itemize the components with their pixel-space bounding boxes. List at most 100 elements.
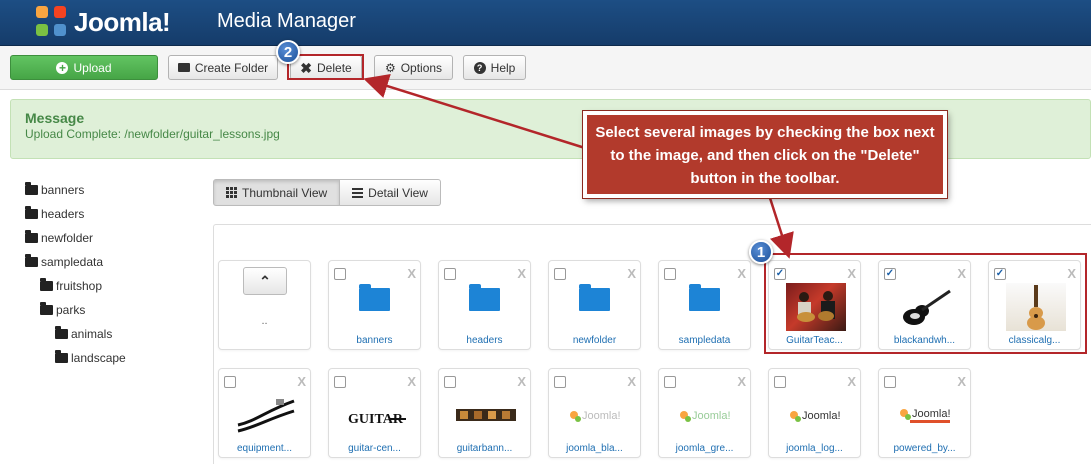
image-thumbnail: GUITAR — [346, 391, 406, 439]
select-checkbox[interactable] — [554, 268, 566, 280]
step-2-badge: 2 — [276, 40, 300, 64]
tab-thumbnail-label: Thumbnail View — [242, 185, 328, 200]
media-label[interactable]: joomla_bla... — [549, 443, 640, 454]
media-label[interactable]: sampledata — [659, 335, 750, 346]
select-checkbox[interactable] — [334, 376, 346, 388]
joomla-logo-icon — [36, 6, 68, 38]
plus-icon: + — [56, 61, 69, 75]
folder-icon — [359, 284, 390, 311]
media-label[interactable]: banners — [329, 335, 420, 346]
upload-button-label: Upload — [73, 60, 112, 75]
tree-item-label: animals — [71, 327, 113, 341]
delete-x-icon[interactable]: X — [297, 374, 306, 389]
select-checkbox[interactable] — [444, 376, 456, 388]
media-tile-image[interactable]: X guitarbann... — [438, 368, 531, 458]
joomla-logo[interactable]: Joomla! — [36, 5, 171, 39]
tree-item-fruitshop[interactable]: fruitshop — [40, 277, 102, 295]
tree-item-animals[interactable]: animals — [55, 325, 112, 343]
delete-x-icon[interactable]: X — [627, 374, 636, 389]
tab-detail-label: Detail View — [368, 185, 428, 200]
create-folder-button[interactable]: Create Folder — [168, 55, 278, 80]
up-label: .. — [261, 315, 268, 327]
list-icon — [352, 187, 364, 198]
media-label[interactable]: joomla_log... — [769, 443, 860, 454]
tree-item-label: sampledata — [41, 255, 104, 269]
message-title: Message — [25, 110, 85, 126]
selected-images-highlight-box — [764, 253, 1087, 354]
logo-text: Joomla! — [74, 6, 171, 37]
media-tile-image[interactable]: X Joomla! powered_by... — [878, 368, 971, 458]
select-checkbox[interactable] — [224, 376, 236, 388]
select-checkbox[interactable] — [334, 268, 346, 280]
folder-icon — [25, 230, 38, 243]
folder-icon — [25, 182, 38, 195]
tree-item-landscape[interactable]: landscape — [55, 349, 126, 367]
tree-item-headers[interactable]: headers — [25, 205, 84, 223]
media-tile-folder[interactable]: X banners — [328, 260, 421, 350]
help-button-label: Help — [490, 60, 516, 75]
media-tile-folder[interactable]: X sampledata — [658, 260, 751, 350]
media-tile-folder[interactable]: X newfolder — [548, 260, 641, 350]
tree-item-label: landscape — [71, 351, 126, 365]
folder-icon — [40, 302, 53, 315]
tree-item-label: newfolder — [41, 231, 94, 245]
delete-x-icon[interactable]: X — [737, 374, 746, 389]
page-title: Media Manager — [217, 10, 356, 32]
media-label[interactable]: powered_by... — [879, 443, 970, 454]
tree-item-sampledata[interactable]: sampledata — [25, 253, 103, 271]
chevron-up-icon[interactable]: ⌃ — [243, 267, 287, 295]
media-label[interactable]: newfolder — [549, 335, 640, 346]
delete-x-icon[interactable]: X — [517, 266, 526, 281]
select-checkbox[interactable] — [884, 376, 896, 388]
media-tile-image[interactable]: X equipment... — [218, 368, 311, 458]
media-label[interactable]: headers — [439, 335, 530, 346]
media-label[interactable]: guitar-cen... — [329, 443, 420, 454]
tree-item-parks[interactable]: parks — [40, 301, 85, 319]
media-label[interactable]: equipment... — [219, 443, 310, 454]
toolbar: + Upload Create Folder ✖ Delete ⚙ Option… — [0, 46, 1091, 90]
folder-icon — [55, 326, 68, 339]
tab-detail-view[interactable]: Detail View — [340, 179, 441, 206]
message-text: Upload Complete: /newfolder/guitar_lesso… — [25, 127, 280, 141]
media-tile-image[interactable]: X GUITAR guitar-cen... — [328, 368, 421, 458]
delete-x-icon[interactable]: X — [407, 374, 416, 389]
media-label[interactable]: guitarbann... — [439, 443, 530, 454]
tree-item-label: fruitshop — [56, 279, 103, 293]
folder-icon — [177, 63, 190, 72]
gear-icon: ⚙ — [384, 60, 396, 75]
grid-icon — [226, 187, 237, 198]
options-button[interactable]: ⚙ Options — [374, 55, 453, 80]
select-checkbox[interactable] — [774, 376, 786, 388]
delete-x-icon[interactable]: X — [517, 374, 526, 389]
svg-text:Joomla!: Joomla! — [912, 408, 951, 420]
media-tile-image[interactable]: X Joomla! joomla_gre... — [658, 368, 751, 458]
delete-x-icon[interactable]: X — [737, 266, 746, 281]
select-checkbox[interactable] — [664, 268, 676, 280]
svg-text:Joomla!: Joomla! — [582, 410, 621, 422]
select-checkbox[interactable] — [664, 376, 676, 388]
delete-x-icon[interactable]: X — [847, 374, 856, 389]
upload-button[interactable]: + Upload — [10, 55, 158, 80]
delete-x-icon[interactable]: X — [407, 266, 416, 281]
tab-thumbnail-view[interactable]: Thumbnail View — [213, 179, 341, 206]
svg-text:Joomla!: Joomla! — [692, 410, 731, 422]
media-label[interactable]: joomla_gre... — [659, 443, 750, 454]
tree-item-label: headers — [41, 207, 85, 221]
media-tile-image[interactable]: X Joomla! joomla_bla... — [548, 368, 641, 458]
folder-icon — [469, 284, 500, 311]
svg-text:Joomla!: Joomla! — [802, 410, 841, 422]
folder-icon — [689, 284, 720, 311]
delete-x-icon[interactable]: X — [957, 374, 966, 389]
media-tile-image[interactable]: X Joomla! joomla_log... — [768, 368, 861, 458]
select-checkbox[interactable] — [444, 268, 456, 280]
media-tile-up[interactable]: ⌃ .. — [218, 260, 311, 350]
help-button[interactable]: ? Help — [463, 55, 526, 80]
delete-x-icon[interactable]: X — [627, 266, 636, 281]
joomla-logo-thumbnail: Joomla! — [786, 391, 846, 439]
tree-item-label: banners — [41, 183, 85, 197]
tree-item-banners[interactable]: banners — [25, 181, 84, 199]
tree-item-newfolder[interactable]: newfolder — [25, 229, 93, 247]
help-icon: ? — [473, 61, 486, 74]
select-checkbox[interactable] — [554, 376, 566, 388]
media-tile-folder[interactable]: X headers — [438, 260, 531, 350]
